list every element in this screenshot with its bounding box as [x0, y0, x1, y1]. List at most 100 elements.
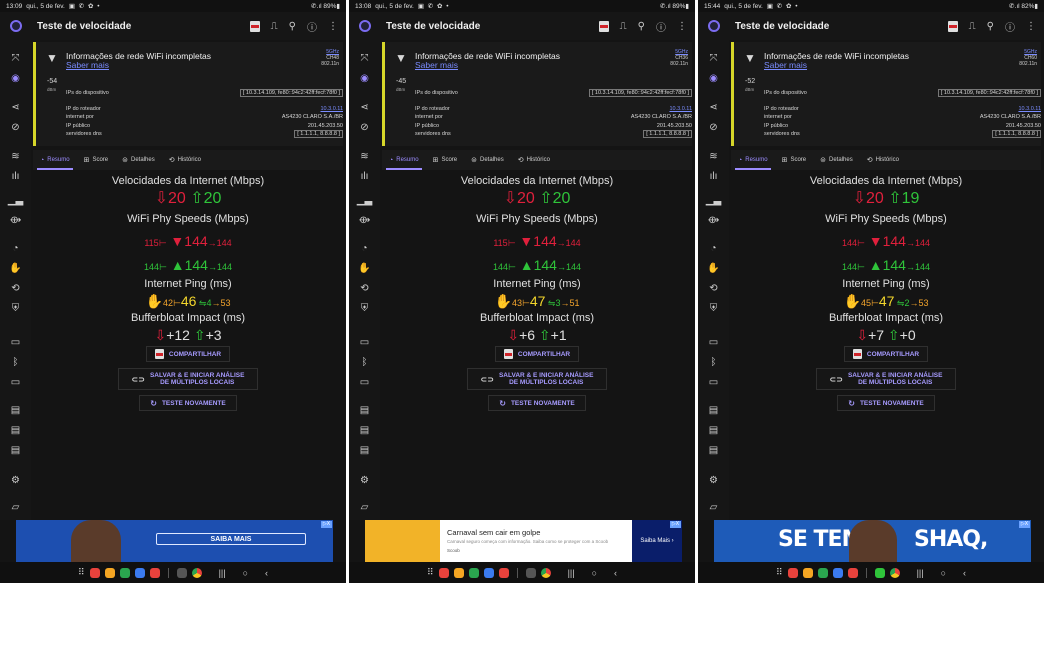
share-icon[interactable]: ⋖	[349, 102, 380, 113]
help-icon[interactable]: ⓘ	[1005, 19, 1015, 34]
help-icon[interactable]: ⓘ	[656, 19, 666, 34]
chart-icon[interactable]: ⎍	[620, 21, 627, 32]
tab-detalhes[interactable]: ⊜ Detalhes	[115, 150, 162, 170]
gauge-icon[interactable]: ◔	[698, 243, 729, 254]
learn-more-link[interactable]: Saber mais	[415, 60, 458, 70]
dock-app-icon[interactable]	[453, 567, 464, 578]
apps-grid-icon[interactable]: ⠿	[78, 567, 85, 578]
chart-icon[interactable]: ⎍	[271, 21, 278, 32]
shield-icon[interactable]: ⛨	[349, 303, 380, 314]
apps-grid-icon[interactable]: ⠿	[776, 567, 783, 578]
bluetooth-icon[interactable]: ᛒ	[698, 357, 729, 368]
dock-app-icon[interactable]	[874, 567, 885, 578]
device-icon[interactable]: ▭	[698, 337, 729, 348]
tab-resumo[interactable]: ◔ Resumo	[33, 150, 77, 170]
share-icon[interactable]: ⋖	[698, 102, 729, 113]
info-row-value[interactable]: 10.3.0.11	[320, 106, 343, 112]
tab-detalhes[interactable]: ⊜ Detalhes	[464, 150, 511, 170]
no-location-icon[interactable]: ⤧	[0, 53, 31, 64]
antenna-icon[interactable]: ⟴	[0, 215, 31, 226]
back-button[interactable]: ‹	[614, 568, 617, 578]
dock-app-icon[interactable]	[832, 567, 843, 578]
apps-grid-icon[interactable]: ⠿	[427, 567, 434, 578]
more-icon[interactable]: ⋮	[1026, 21, 1036, 32]
settings-icon[interactable]: ⚙	[349, 475, 380, 486]
device-icon[interactable]: ▭	[0, 337, 31, 348]
app-logo[interactable]	[349, 12, 380, 40]
tab-detalhes[interactable]: ⊜ Detalhes	[813, 150, 860, 170]
dock-app-icon[interactable]	[525, 567, 536, 578]
wifi-icon[interactable]: ≋	[698, 151, 729, 162]
ad-choices-icon[interactable]: ▷X	[1019, 521, 1030, 528]
home-button[interactable]: ○	[592, 568, 597, 578]
wifi-icon[interactable]: ≋	[349, 151, 380, 162]
retest-button[interactable]: ↻ TESTE NOVAMENTE	[139, 395, 237, 411]
location-icon[interactable]: ◉	[0, 73, 31, 84]
monitor-icon[interactable]: ▭	[698, 377, 729, 388]
home-button[interactable]: ○	[243, 568, 248, 578]
dock-app-icon[interactable]	[89, 567, 100, 578]
bluetooth-icon[interactable]: ᛒ	[0, 357, 31, 368]
recents-button[interactable]: |||	[917, 568, 924, 578]
recents-button[interactable]: |||	[219, 568, 226, 578]
dock-app-icon[interactable]	[134, 567, 145, 578]
hand-icon[interactable]: ✋	[698, 263, 729, 274]
pin-icon[interactable]: ⚲	[289, 21, 296, 32]
server-icon[interactable]: ▤	[349, 405, 380, 416]
learn-more-link[interactable]: Saber mais	[764, 60, 807, 70]
tab-historico[interactable]: ⟲ Histórico	[162, 150, 208, 170]
server-icon[interactable]: ▤	[349, 445, 380, 456]
share-button[interactable]: COMPARTILHAR	[495, 346, 579, 362]
app-logo[interactable]	[698, 12, 729, 40]
shield-icon[interactable]: ⛨	[698, 303, 729, 314]
bars-icon[interactable]: ılı	[0, 171, 31, 182]
dock-app-icon[interactable]	[104, 567, 115, 578]
hand-icon[interactable]: ✋	[349, 263, 380, 274]
server-icon[interactable]: ▤	[698, 445, 729, 456]
advertisement-banner[interactable]: SE TEM SHAQ, ▷X	[714, 520, 1031, 562]
history-icon[interactable]: ⟲	[698, 283, 729, 294]
learn-more-link[interactable]: Saber mais	[66, 60, 109, 70]
server-icon[interactable]: ▤	[0, 445, 31, 456]
ad-cta-button[interactable]: SAIBA MAIS	[156, 533, 306, 545]
home-button[interactable]: ○	[941, 568, 946, 578]
share-button[interactable]: COMPARTILHAR	[146, 346, 230, 362]
save-analysis-button[interactable]: ⊂⊃ SALVAR & E INICIAR ANÁLISE DE MÚLTIPLOS…	[467, 368, 607, 390]
dock-app-icon[interactable]	[149, 567, 160, 578]
speed-icon[interactable]: ▁▃	[349, 195, 380, 206]
dock-app-icon[interactable]	[802, 567, 813, 578]
server-icon[interactable]: ▤	[698, 425, 729, 436]
pdf-icon[interactable]	[947, 20, 958, 32]
history-icon[interactable]: ⟲	[349, 283, 380, 294]
chrome-icon[interactable]	[191, 567, 202, 578]
settings-icon[interactable]: ⚙	[698, 475, 729, 486]
info-row-value[interactable]: 10.3.0.11	[1018, 106, 1041, 112]
tab-score[interactable]: ⊞ Score	[775, 150, 814, 170]
chrome-icon[interactable]	[889, 567, 900, 578]
pin-icon[interactable]: ⚲	[987, 21, 994, 32]
advertisement-banner[interactable]: SAIBA MAIS ▷X	[16, 520, 333, 562]
message-icon[interactable]: ▱	[698, 502, 729, 513]
chart-icon[interactable]: ⎍	[969, 21, 976, 32]
back-button[interactable]: ‹	[265, 568, 268, 578]
pdf-icon[interactable]	[249, 20, 260, 32]
hand-icon[interactable]: ✋	[0, 263, 31, 274]
check-icon[interactable]: ⊘	[0, 122, 31, 133]
tab-historico[interactable]: ⟲ Histórico	[860, 150, 906, 170]
tab-resumo[interactable]: ◔ Resumo	[731, 150, 775, 170]
share-icon[interactable]: ⋖	[0, 102, 31, 113]
ad-choices-icon[interactable]: ▷X	[321, 521, 332, 528]
server-icon[interactable]: ▤	[698, 405, 729, 416]
server-icon[interactable]: ▤	[0, 425, 31, 436]
retest-button[interactable]: ↻ TESTE NOVAMENTE	[837, 395, 935, 411]
help-icon[interactable]: ⓘ	[307, 19, 317, 34]
shield-icon[interactable]: ⛨	[0, 303, 31, 314]
more-icon[interactable]: ⋮	[328, 21, 338, 32]
ad-choices-icon[interactable]: ▷X	[670, 521, 681, 528]
dock-app-icon[interactable]	[847, 567, 858, 578]
save-analysis-button[interactable]: ⊂⊃ SALVAR & E INICIAR ANÁLISE DE MÚLTIPLOS…	[118, 368, 258, 390]
recents-button[interactable]: |||	[568, 568, 575, 578]
ad-cta-label[interactable]: Saiba Mais	[640, 538, 670, 544]
message-icon[interactable]: ▱	[0, 502, 31, 513]
no-location-icon[interactable]: ⤧	[349, 53, 380, 64]
